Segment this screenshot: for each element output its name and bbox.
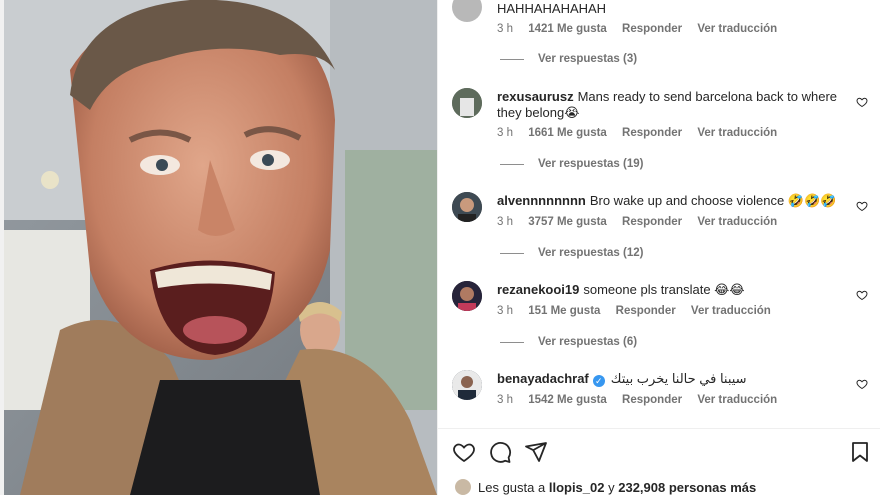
- comment-item: alvennnnnnnn Bro wake up and choose viole…: [452, 192, 872, 272]
- comment-text: HAHHAHAHAHAH: [497, 1, 607, 16]
- reply-button[interactable]: Responder: [622, 23, 682, 35]
- comment-username[interactable]: alvennnnnnnn: [497, 193, 586, 208]
- comment-text: rezanekooi19 someone pls translate 😂😂: [497, 282, 842, 298]
- reply-button[interactable]: Responder: [622, 216, 682, 228]
- comment-time: 3 h: [497, 23, 513, 35]
- comment-body: Bro wake up and choose violence 🤣🤣🤣: [589, 193, 837, 208]
- view-replies-button[interactable]: Ver respuestas (12): [500, 247, 643, 259]
- post-actions-bar: [452, 440, 872, 466]
- comment-likes[interactable]: 1542 Me gusta: [528, 394, 607, 406]
- comment-username[interactable]: rexusaurusz: [497, 89, 574, 104]
- comment-username[interactable]: benayadachraf: [497, 371, 589, 386]
- view-replies-button[interactable]: Ver respuestas (19): [500, 158, 643, 170]
- replies-line: [500, 252, 524, 254]
- heart-icon[interactable]: [856, 96, 868, 108]
- translate-button[interactable]: Ver traducción: [697, 23, 777, 35]
- avatar[interactable]: [452, 88, 482, 118]
- liked-by-conj: y: [608, 479, 615, 495]
- comment-text: benayadachraf ✓ سيبنا في حالنا يخرب بيتك: [497, 371, 842, 387]
- comment-likes[interactable]: 151 Me gusta: [528, 305, 600, 317]
- heart-icon[interactable]: [856, 378, 868, 390]
- heart-icon[interactable]: [452, 440, 476, 464]
- comment-meta: 3 h 3757 Me gusta Responder Ver traducci…: [497, 216, 789, 228]
- avatar[interactable]: [452, 281, 482, 311]
- comment-text: rexusaurusz Mans ready to send barcelona …: [497, 89, 842, 121]
- comment-time: 3 h: [497, 394, 513, 406]
- comment-time: 3 h: [497, 127, 513, 139]
- comment-meta: 3 h 1421 Me gusta Responder Ver traducci…: [497, 23, 789, 35]
- translate-button[interactable]: Ver traducción: [691, 305, 771, 317]
- translate-button[interactable]: Ver traducción: [697, 394, 777, 406]
- share-icon[interactable]: [524, 440, 548, 464]
- liked-by-prefix: Les gusta a: [478, 479, 546, 495]
- replies-line: [500, 163, 524, 165]
- liked-by-user[interactable]: llopis_02: [549, 480, 605, 495]
- comment-likes[interactable]: 1421 Me gusta: [528, 23, 607, 35]
- replies-line: [500, 58, 524, 60]
- comment-meta: 3 h 151 Me gusta Responder Ver traducció…: [497, 305, 783, 317]
- heart-icon[interactable]: [856, 289, 868, 301]
- view-replies-label: Ver respuestas (3): [538, 53, 638, 65]
- comment-item: rexusaurusz Mans ready to send barcelona …: [452, 88, 872, 178]
- comment-body: someone pls translate 😂😂: [583, 282, 745, 297]
- view-replies-label: Ver respuestas (12): [538, 247, 644, 259]
- comment-likes[interactable]: 1661 Me gusta: [528, 127, 607, 139]
- translate-button[interactable]: Ver traducción: [697, 216, 777, 228]
- comment-item: benayadachraf ✓ سيبنا في حالنا يخرب بيتك 3…: [452, 370, 872, 415]
- comment-time: 3 h: [497, 305, 513, 317]
- comment-likes[interactable]: 3757 Me gusta: [528, 216, 607, 228]
- verified-badge-icon: ✓: [592, 375, 605, 387]
- comment-username[interactable]: rezanekooi19: [497, 282, 579, 297]
- actions-divider: [438, 428, 880, 429]
- comment-time: 3 h: [497, 216, 513, 228]
- bookmark-icon[interactable]: [848, 440, 872, 464]
- comments-panel: HAHHAHAHAHAH 3 h 1421 Me gusta Responder…: [437, 0, 880, 495]
- avatar[interactable]: [452, 0, 482, 22]
- avatar[interactable]: [452, 370, 482, 400]
- liked-by-others[interactable]: 232,908 personas más: [618, 480, 756, 495]
- view-replies-button[interactable]: Ver respuestas (3): [500, 53, 637, 65]
- comment-item: rezanekooi19 someone pls translate 😂😂 3 h…: [452, 281, 872, 361]
- comment-text: alvennnnnnnn Bro wake up and choose viole…: [497, 193, 842, 209]
- reply-button[interactable]: Responder: [622, 394, 682, 406]
- avatar[interactable]: [452, 192, 482, 222]
- post-photo: [0, 0, 437, 495]
- reply-button[interactable]: Responder: [622, 127, 682, 139]
- comment-body: سيبنا في حالنا يخرب بيتك: [610, 371, 747, 386]
- view-replies-button[interactable]: Ver respuestas (6): [500, 336, 637, 348]
- comment-meta: 3 h 1661 Me gusta Responder Ver traducci…: [497, 127, 789, 139]
- replies-line: [500, 341, 524, 343]
- avatar[interactable]: [454, 478, 472, 495]
- view-replies-label: Ver respuestas (6): [538, 336, 638, 348]
- translate-button[interactable]: Ver traducción: [697, 127, 777, 139]
- comment-item: HAHHAHAHAHAH 3 h 1421 Me gusta Responder…: [452, 0, 872, 65]
- heart-icon[interactable]: [856, 200, 868, 212]
- reply-button[interactable]: Responder: [616, 305, 676, 317]
- liked-by: Les gusta a llopis_02 y 232,908 personas…: [454, 478, 756, 495]
- view-replies-label: Ver respuestas (19): [538, 158, 644, 170]
- comment-meta: 3 h 1542 Me gusta Responder Ver traducci…: [497, 394, 789, 406]
- comment-icon[interactable]: [488, 440, 512, 464]
- post-media[interactable]: [0, 0, 437, 495]
